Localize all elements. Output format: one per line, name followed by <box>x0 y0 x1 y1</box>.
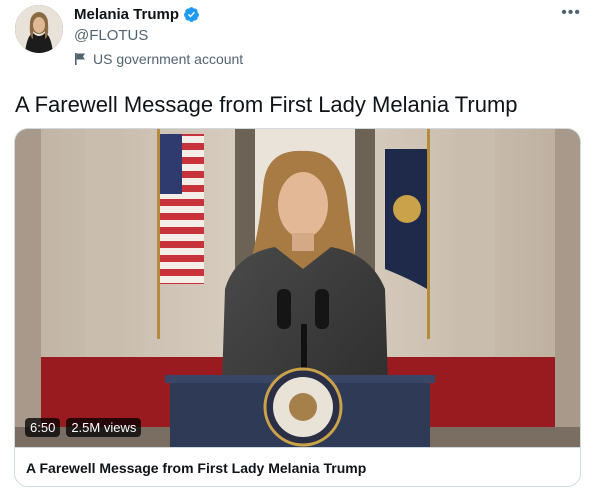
video-duration: 6:50 <box>25 418 61 437</box>
verified-badge-icon <box>184 7 199 22</box>
flag-icon <box>75 53 85 65</box>
card-title: A Farewell Message from First Lady Melan… <box>26 460 367 476</box>
display-name[interactable]: Melania Trump <box>74 6 179 23</box>
video-view-count: 2.5M views <box>66 418 142 437</box>
video-card[interactable]: 6:50 2.5M views A Farewell Message from … <box>14 128 581 487</box>
government-account-text: US government account <box>93 51 244 67</box>
tweet-text: A Farewell Message from First Lady Melan… <box>15 92 518 117</box>
card-footer[interactable]: A Farewell Message from First Lady Melan… <box>15 447 580 486</box>
government-account-label[interactable]: US government account <box>74 51 243 67</box>
avatar[interactable] <box>15 5 63 53</box>
more-options-icon[interactable]: ••• <box>561 4 581 22</box>
video-player[interactable]: 6:50 2.5M views <box>15 129 580 447</box>
video-thumbnail <box>15 129 580 447</box>
handle[interactable]: @FLOTUS <box>74 27 148 44</box>
